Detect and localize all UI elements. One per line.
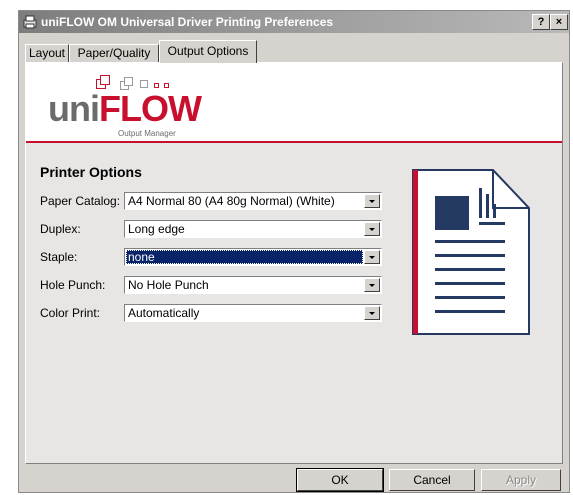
duplex-select[interactable]: Long edge bbox=[124, 220, 382, 238]
hole-punch-select[interactable]: No Hole Punch bbox=[124, 276, 382, 294]
preferences-dialog: uniFLOW OM Universal Driver Printing Pre… bbox=[18, 10, 570, 493]
staple-select[interactable]: none bbox=[124, 248, 382, 266]
duplex-label: Duplex: bbox=[40, 222, 81, 236]
chevron-down-icon[interactable] bbox=[364, 250, 380, 264]
staple-value: none bbox=[126, 250, 363, 264]
close-button[interactable]: × bbox=[550, 14, 568, 30]
paper-catalog-select[interactable]: A4 Normal 80 (A4 80g Normal) (White) bbox=[124, 192, 382, 210]
paper-catalog-value: A4 Normal 80 (A4 80g Normal) (White) bbox=[128, 194, 335, 208]
apply-button[interactable]: Apply bbox=[481, 469, 561, 491]
chevron-down-icon[interactable] bbox=[364, 194, 380, 208]
duplex-value: Long edge bbox=[128, 222, 185, 236]
chevron-down-icon[interactable] bbox=[364, 278, 380, 292]
printer-options-heading: Printer Options bbox=[40, 164, 142, 180]
hole-punch-label: Hole Punch: bbox=[40, 278, 106, 292]
tab-paper-quality[interactable]: Paper/Quality bbox=[69, 44, 159, 62]
chevron-down-icon[interactable] bbox=[364, 306, 380, 320]
cancel-button[interactable]: Cancel bbox=[389, 469, 475, 491]
hole-punch-value: No Hole Punch bbox=[128, 278, 209, 292]
window-title: uniFLOW OM Universal Driver Printing Pre… bbox=[41, 15, 334, 29]
color-print-label: Color Print: bbox=[40, 306, 101, 320]
uniflow-banner: uniFLOW Output Manager bbox=[26, 63, 562, 141]
uniflow-logo: uniFLOW bbox=[48, 88, 202, 129]
chevron-down-icon[interactable] bbox=[364, 222, 380, 236]
banner-divider bbox=[26, 141, 562, 143]
document-preview-icon bbox=[412, 169, 530, 335]
tab-layout[interactable]: Layout bbox=[25, 44, 69, 62]
output-options-panel: uniFLOW Output Manager Printer Options P… bbox=[25, 62, 563, 464]
title-bar[interactable]: uniFLOW OM Universal Driver Printing Pre… bbox=[19, 11, 569, 33]
paper-catalog-label: Paper Catalog: bbox=[40, 194, 121, 208]
staple-label: Staple: bbox=[40, 250, 78, 264]
color-print-value: Automatically bbox=[128, 306, 200, 320]
help-button[interactable]: ? bbox=[532, 14, 550, 30]
printer-app-icon bbox=[23, 15, 37, 29]
color-print-select[interactable]: Automatically bbox=[124, 304, 382, 322]
tab-output-options[interactable]: Output Options bbox=[159, 40, 257, 63]
logo-subtitle: Output Manager bbox=[118, 129, 176, 138]
ok-button[interactable]: OK bbox=[296, 468, 384, 492]
